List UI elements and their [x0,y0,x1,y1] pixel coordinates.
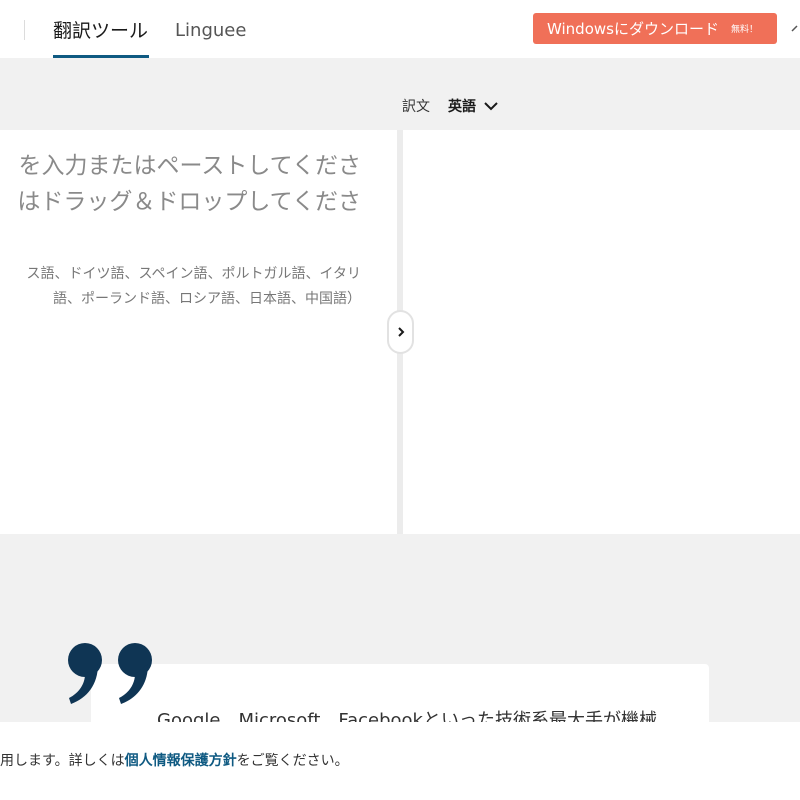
source-text-input[interactable]: を入力またはペーストしてくださ はドラッグ＆ドロップしてくださ ス語、ドイツ語、… [0,130,397,534]
supported-languages-line: ス語、ドイツ語、スペイン語、ポルトガル語、イタリ [26,266,361,282]
download-button-label: Windowsにダウンロード [547,20,719,38]
source-placeholder: を入力またはペーストしてくださ はドラッグ＆ドロップしてくださ [17,148,361,220]
download-windows-button[interactable]: Windowsにダウンロード 無料！ [533,13,777,44]
header-divider [24,20,25,40]
cookie-message: 用します。詳しくは個人情報保護方針をご覧ください。 [0,750,349,770]
privacy-policy-link[interactable]: 個人情報保護方針 [125,753,237,769]
cookie-consent-bar: 用します。詳しくは個人情報保護方針をご覧ください。 [0,722,800,800]
cookie-text-after: をご覧ください。 [236,753,349,769]
placeholder-line: はドラッグ＆ドロップしてくださ [17,189,361,215]
target-language-value: 英語 [448,99,476,115]
free-badge: 無料！ [730,25,758,35]
tab-translator[interactable]: 翻訳ツール [53,18,149,58]
cookie-text-before: 用します。詳しくは [0,753,125,769]
chevron-up-icon[interactable] [791,22,800,34]
target-language-select[interactable]: 英語 [448,94,498,118]
tab-linguee[interactable]: Linguee [175,18,246,58]
target-text-output[interactable] [403,130,800,534]
swap-languages-button[interactable] [387,310,414,354]
chevron-down-icon [484,101,498,110]
target-language-label: 訳文 [402,99,430,115]
top-navigation-bar: 翻訳ツール Linguee Windowsにダウンロード 無料！ [0,0,800,58]
placeholder-line: を入力またはペーストしてくださ [18,153,361,179]
supported-languages-note: ス語、ドイツ語、スペイン語、ポルトガル語、イタリ 語、ポーランド語、ロシア語、日… [27,262,361,312]
quote-mark-icon [68,643,152,704]
language-bar [0,58,800,130]
supported-languages-line: 語、ポーランド語、ロシア語、日本語、中国語） [53,291,361,307]
chevron-right-icon [397,327,404,337]
